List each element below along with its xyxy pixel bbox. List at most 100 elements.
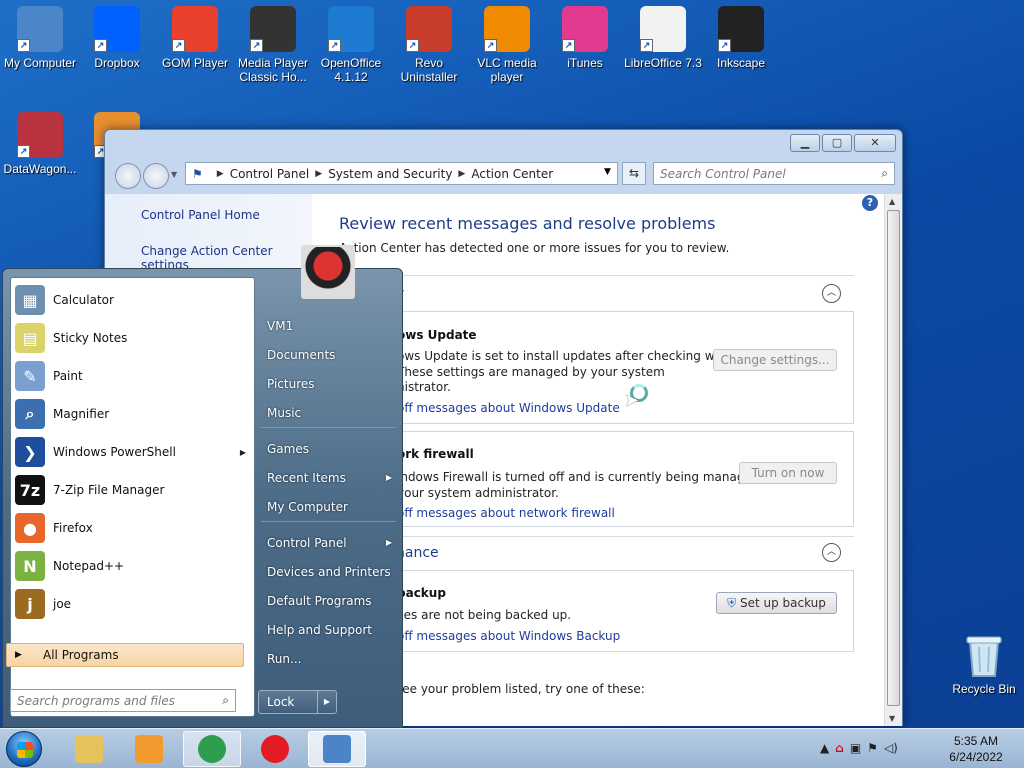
start-menu-program[interactable]: j joe <box>15 586 252 622</box>
start-menu-link[interactable]: Help and Support <box>261 617 396 643</box>
message-title: ows Update <box>397 328 477 342</box>
calculator-icon: ▦ <box>15 285 45 315</box>
start-menu-program[interactable]: ⌕ Magnifier <box>15 396 252 432</box>
recent-pages-icon[interactable]: ▼ <box>171 170 177 179</box>
vertical-scrollbar[interactable]: ▲ ▼ <box>884 194 902 726</box>
program-label: 7-Zip File Manager <box>53 483 165 497</box>
start-menu-link[interactable]: Pictures <box>261 371 396 397</box>
breadcrumb-action-center[interactable]: Action Center <box>471 167 553 181</box>
start-button[interactable] <box>6 731 42 767</box>
desktop-icon[interactable]: ↗ DataWagon... <box>0 112 80 176</box>
search-icon[interactable]: ⌕ <box>881 166 888 181</box>
submenu-arrow-icon[interactable]: ▶ <box>240 448 246 457</box>
minimize-button[interactable]: ▁ <box>790 134 820 152</box>
desktop-icon[interactable]: ↗ iTunes <box>545 6 625 70</box>
scrollbar-thumb[interactable] <box>887 210 900 706</box>
search-control-panel-input[interactable]: Search Control Panel ⌕ <box>653 162 895 185</box>
help-icon[interactable]: ? <box>862 195 878 211</box>
breadcrumb-chevron-icon[interactable]: ▶ <box>315 169 322 179</box>
search-programs-input[interactable]: Search programs and files ⌕ <box>10 689 236 712</box>
message-text-line: nistrator. <box>397 380 451 394</box>
desktop-icon[interactable]: ↗ LibreOffice 7.3 <box>623 6 703 70</box>
program-label: Calculator <box>53 293 114 307</box>
desktop-icon[interactable]: ↗ Dropbox <box>77 6 157 70</box>
avira-icon[interactable]: ⌂ <box>835 741 844 755</box>
turn-off-firewall-messages-link[interactable]: off messages about network firewall <box>397 506 615 520</box>
turn-off-backup-messages-link[interactable]: off messages about Windows Backup <box>397 629 620 643</box>
media-player-icon <box>135 735 163 763</box>
close-button[interactable]: ✕ <box>854 134 896 152</box>
collapse-maintenance-chevron-icon[interactable]: ︿ <box>822 543 841 562</box>
start-menu-link[interactable]: Recent Items ▶ <box>261 465 396 491</box>
address-bar[interactable]: ⚑ ▶ Control Panel ▶ System and Security … <box>185 162 618 185</box>
taskbar-button[interactable] <box>60 731 118 767</box>
start-menu-link[interactable]: Games <box>261 436 396 462</box>
breadcrumb-chevron-icon[interactable]: ▶ <box>217 169 224 179</box>
breadcrumb-system-security[interactable]: System and Security <box>328 167 452 181</box>
desktop-icon[interactable]: ↗ GOM Player <box>155 6 235 70</box>
set-up-backup-button[interactable]: ⛨ Set up backup <box>716 592 837 614</box>
turn-off-windows-update-messages-link[interactable]: off messages about Windows Update <box>397 401 620 415</box>
control-panel-home-link[interactable]: Control Panel Home <box>141 208 260 222</box>
turn-on-now-button[interactable]: Turn on now <box>739 462 837 484</box>
forward-button[interactable] <box>143 163 169 189</box>
action-center-flag-icon[interactable]: ⚑ <box>867 741 878 755</box>
volume-icon[interactable]: ◁) <box>884 741 898 755</box>
desktop-icon-recycle-bin[interactable]: Recycle Bin <box>944 632 1024 696</box>
start-menu-program[interactable]: ❯ Windows PowerShell ▶ <box>15 434 252 470</box>
taskbar-button[interactable] <box>183 731 241 767</box>
show-hidden-icons-icon[interactable]: ▲ <box>820 741 829 755</box>
search-icon[interactable]: ⌕ <box>222 693 229 708</box>
user-picture[interactable] <box>301 245 355 299</box>
desktop-icon[interactable]: ↗ OpenOffice 4.1.12 <box>311 6 391 84</box>
expand-right-icon: ▶ <box>15 650 22 660</box>
start-menu-link[interactable]: Control Panel ▶ <box>261 530 396 556</box>
start-menu-program[interactable]: 7z 7-Zip File Manager <box>15 472 252 508</box>
start-menu-link[interactable]: VM1 <box>261 313 396 339</box>
scroll-up-icon[interactable]: ▲ <box>889 197 895 206</box>
change-settings-button[interactable]: Change settings... <box>713 349 837 371</box>
refresh-button[interactable]: ⇆ <box>622 162 646 185</box>
start-menu-link-label: VM1 <box>267 319 294 333</box>
start-menu-link[interactable]: Default Programs <box>261 588 396 614</box>
windows-logo-icon <box>17 742 33 758</box>
start-menu-link-label: Recent Items <box>267 471 346 485</box>
taskbar-button[interactable] <box>120 731 178 767</box>
desktop-icon[interactable]: ↗ Revo Uninstaller <box>389 6 469 84</box>
breadcrumb-control-panel[interactable]: Control Panel <box>230 167 310 181</box>
start-menu-link[interactable]: Documents <box>261 342 396 368</box>
start-menu-link[interactable]: My Computer <box>261 494 396 520</box>
back-button[interactable] <box>115 163 141 189</box>
taskbar-button[interactable] <box>308 731 366 767</box>
desktop-icon[interactable]: ↗ Media Player Classic Ho... <box>233 6 313 84</box>
start-menu-program[interactable]: ▤ Sticky Notes <box>15 320 252 356</box>
address-dropdown-icon[interactable]: ▼ <box>604 167 611 177</box>
start-menu-link[interactable]: Run... <box>261 646 396 672</box>
submenu-arrow-icon[interactable]: ▶ <box>386 530 392 556</box>
start-menu-program[interactable]: ✎ Paint <box>15 358 252 394</box>
desktop-icon[interactable]: ↗ VLC media player <box>467 6 547 84</box>
scroll-down-icon[interactable]: ▼ <box>889 714 895 723</box>
submenu-arrow-icon[interactable]: ▶ <box>386 465 392 491</box>
maximize-button[interactable]: ▢ <box>822 134 852 152</box>
taskbar-button[interactable] <box>246 731 304 767</box>
lock-button[interactable]: Lock <box>258 690 318 714</box>
start-menu-program[interactable]: ● Firefox <box>15 510 252 546</box>
datawagon-icon: ↗ <box>17 112 63 158</box>
start-menu-program[interactable]: N Notepad++ <box>15 548 252 584</box>
start-menu-link[interactable]: Devices and Printers <box>261 559 396 585</box>
breadcrumb-chevron-icon[interactable]: ▶ <box>458 169 465 179</box>
shutdown-options-arrow-icon[interactable]: ▶ <box>317 690 337 714</box>
network-icon[interactable]: ▣ <box>850 741 861 755</box>
desktop-icon[interactable]: ↗ My Computer <box>0 6 80 70</box>
start-menu-link[interactable]: Music <box>261 400 396 426</box>
desktop-icon[interactable]: ↗ Inkscape <box>701 6 781 70</box>
title-bar[interactable]: ▁ ▢ ✕ <box>105 130 902 160</box>
opera-icon <box>261 735 289 763</box>
start-menu-program[interactable]: ▦ Calculator <box>15 282 252 318</box>
desktop-icon-label: Media Player Classic Ho... <box>237 56 309 84</box>
system-clock[interactable]: 5:35 AM 6/24/2022 <box>940 733 1012 765</box>
collapse-security-chevron-icon[interactable]: ︿ <box>822 284 841 303</box>
all-programs-item[interactable]: ▶ All Programs <box>6 643 244 667</box>
desktop-icon-label: DataWagon... <box>3 162 77 176</box>
